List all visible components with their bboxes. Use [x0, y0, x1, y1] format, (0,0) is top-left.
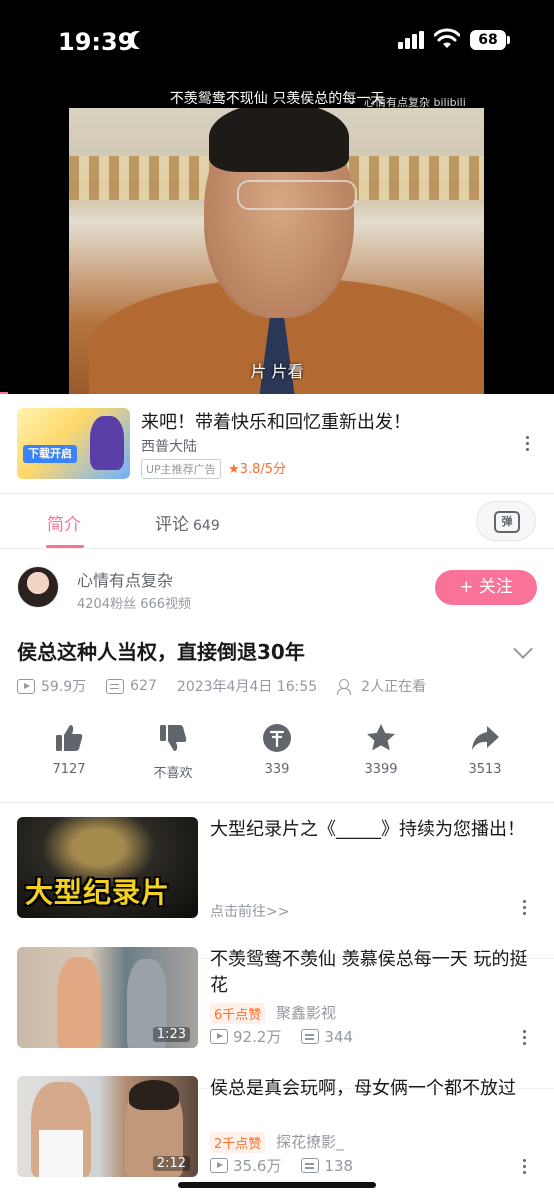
follow-button[interactable]: + 关注 [435, 570, 537, 605]
more-options-icon[interactable] [523, 900, 527, 916]
moon-icon [134, 31, 152, 49]
related-video-item[interactable]: 大型纪录片 大型纪录片之《_____》持续为您播出！ 点击前往>> [0, 817, 554, 959]
share-button[interactable]: 3513 [445, 722, 525, 777]
battery-indicator: 68 [470, 30, 510, 50]
ad-title[interactable]: 来吧！带着快乐和回忆重新出发！ [141, 408, 411, 434]
video-heading: 侯总这种人当权，直接倒退30年 [17, 640, 305, 664]
uploader-stats: 4204粉丝 666视频 [77, 597, 192, 612]
coin-count: 339 [264, 762, 290, 777]
section-divider [0, 802, 554, 803]
favorite-count: 3399 [364, 762, 398, 777]
more-options-icon[interactable] [523, 1030, 527, 1046]
danmaku-count-icon [301, 1029, 320, 1044]
video-player[interactable]: 19:39 68 不羡鸳鸯不现仙 只羡侯总的每一天 心情有点复杂 bilibil… [0, 0, 554, 394]
dislike-label: 不喜欢 [153, 766, 193, 781]
tab-comments[interactable]: 评论 649 [155, 510, 220, 535]
related-thumbnail[interactable]: 1:23 [17, 947, 198, 1048]
related-uploader[interactable]: 聚鑫影视 [276, 1002, 336, 1023]
tab-active-indicator [46, 545, 84, 548]
uploader-avatar[interactable] [17, 566, 59, 608]
thumbs-up-icon [56, 725, 83, 751]
video-title-overlay: 不羡鸳鸯不现仙 只羡侯总的每一天 [169, 91, 385, 107]
danmaku-count: 627 [130, 678, 157, 694]
ad-more-icon[interactable] [526, 436, 530, 452]
play-count-icon [210, 1029, 228, 1044]
related-uploader[interactable]: 探花撩影_ [276, 1131, 344, 1152]
tab-comments-label: 评论 [155, 515, 189, 535]
chevron-down-icon[interactable] [513, 639, 533, 659]
viewers-icon [337, 678, 355, 695]
like-badge: 6千点赞 [210, 1003, 266, 1024]
related-video-item[interactable]: 1:23 不羡鸳鸯不羡仙 羡慕侯总每一天 玩的挺花 6千点赞 聚鑫影视 92.2… [0, 947, 554, 1089]
ad-thumb-banner: 下载开启 [23, 445, 77, 463]
related-views: 92.2万 [233, 1028, 282, 1046]
related-title[interactable]: 大型纪录片之《_____》持续为您播出！ [210, 817, 530, 843]
wifi-icon [434, 28, 460, 48]
play-count-icon [210, 1158, 228, 1173]
share-count: 3513 [468, 762, 502, 777]
watching-now: 2人正在看 [361, 679, 427, 695]
video-frame [69, 108, 484, 394]
like-badge: 2千点赞 [210, 1132, 266, 1153]
status-bar: 19:39 68 [0, 0, 554, 84]
cellular-signal-icon [398, 31, 424, 49]
action-bar: 7127 不喜欢 339 3399 3513 [0, 722, 554, 792]
thumbs-down-icon [160, 725, 187, 751]
publish-date: 2023年4月4日 16:55 [176, 679, 318, 695]
favorite-button[interactable]: 3399 [341, 722, 421, 777]
danmaku-count-icon [301, 1158, 320, 1173]
video-duration: 2:12 [152, 1156, 190, 1171]
related-title[interactable]: 侯总是真会玩啊，母女俩一个都不放过 [210, 1076, 530, 1102]
status-time: 19:39 [58, 28, 135, 56]
related-danmaku: 344 [324, 1027, 354, 1046]
related-thumbnail[interactable]: 2:12 [17, 1076, 198, 1177]
tab-bar: 简介 评论 649 弹 [0, 494, 554, 549]
danmaku-count-icon [106, 678, 125, 694]
ad-card[interactable]: 下载开启 来吧！带着快乐和回忆重新出发！ 西普大陆 UP主推荐广告 ★3.8/5… [0, 394, 554, 494]
ad-subtitle: 西普大陆 [141, 439, 197, 455]
ad-badge: UP主推荐广告 [141, 459, 221, 479]
view-count: 59.9万 [41, 679, 87, 695]
coin-icon [263, 724, 291, 752]
related-title[interactable]: 不羡鸳鸯不羡仙 羡慕侯总每一天 玩的挺花 [210, 947, 530, 999]
ad-thumbnail[interactable]: 下载开启 [17, 408, 130, 479]
play-count-icon [17, 678, 35, 694]
video-meta: 59.9万 627 2023年4月4日 16:55 2人正在看 [17, 676, 426, 696]
video-duration: 1:23 [152, 1027, 190, 1042]
related-stats: 35.6万 138 [210, 1155, 353, 1176]
share-icon [472, 726, 499, 750]
related-link-text[interactable]: 点击前往>> [210, 901, 289, 921]
like-button[interactable]: 7127 [29, 722, 109, 777]
dislike-button[interactable]: 不喜欢 [133, 722, 213, 781]
ad-rating: ★3.8/5分 [228, 462, 286, 477]
tab-intro[interactable]: 简介 [47, 510, 81, 535]
more-options-icon[interactable] [523, 1159, 527, 1175]
related-stats: 92.2万 344 [210, 1026, 353, 1047]
coin-button[interactable]: 339 [237, 722, 317, 777]
danmaku-toggle-button[interactable]: 弹 [476, 501, 536, 541]
thumbnail-text: 大型纪录片 [25, 876, 171, 909]
danmaku-icon: 弹 [494, 511, 520, 533]
related-danmaku: 138 [324, 1156, 354, 1175]
uploader-name[interactable]: 心情有点复杂 [77, 567, 173, 591]
like-count: 7127 [52, 762, 86, 777]
star-icon [367, 724, 395, 751]
video-subtitle: 片 片看 [250, 362, 304, 381]
related-thumbnail[interactable]: 大型纪录片 [17, 817, 198, 918]
home-indicator[interactable] [178, 1182, 376, 1188]
tab-comments-count: 649 [193, 518, 220, 534]
related-views: 35.6万 [233, 1157, 282, 1175]
